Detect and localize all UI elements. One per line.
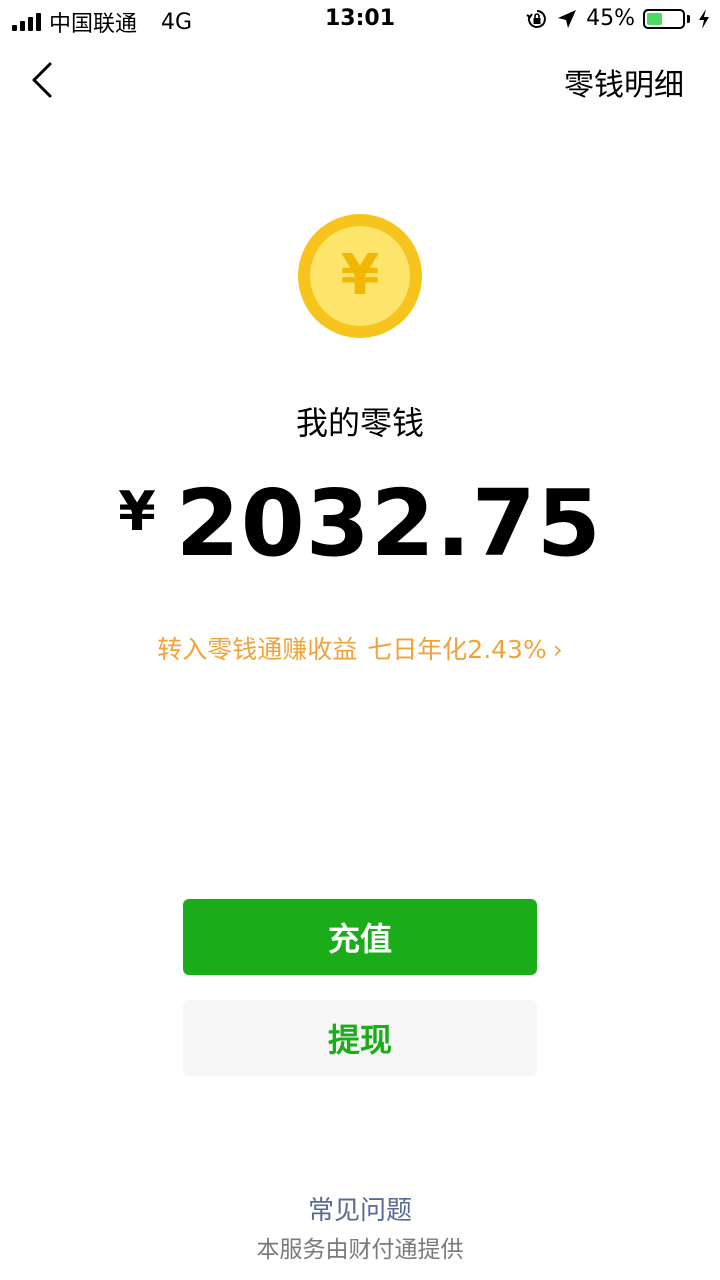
promo-text: 转入零钱通赚收益 [157,635,358,664]
chevron-left-icon [32,62,52,98]
yuan-coin-icon: ¥ [298,214,422,338]
charging-bolt-icon [699,8,709,29]
currency-symbol: ¥ [118,480,156,543]
balance-details-link[interactable]: 零钱明细 [564,60,684,104]
lingqiantong-promo-link[interactable]: 转入零钱通赚收益 七日年化2.43% › [0,630,720,666]
coin-symbol: ¥ [340,243,380,308]
faq-link[interactable]: 常见问题 [0,1190,720,1227]
wallet-page: 中国联通 4G 13:01 45% 零钱明细 ¥ 我的零钱 ¥ 2032.75 … [0,0,720,1280]
location-arrow-icon [558,9,577,28]
battery-level [647,12,662,25]
promo-rate: 七日年化2.43% [367,635,547,664]
orientation-lock-icon [526,9,546,28]
status-bar: 中国联通 4G 13:01 45% [0,0,720,40]
battery-cap [687,14,690,23]
recharge-button[interactable]: 充值 [183,899,537,975]
balance-amount: ¥2032.75 [0,470,720,577]
amount-value: 2032.75 [175,470,602,577]
back-button[interactable] [22,58,66,102]
status-right: 45% [526,6,710,31]
coin-inner: ¥ [310,226,410,326]
battery-icon [643,8,685,29]
chevron-right-icon: › [552,635,563,664]
battery-percent: 45% [586,6,635,31]
provider-note: 本服务由财付通提供 [256,1237,464,1263]
balance-label: 我的零钱 [295,404,424,442]
withdraw-button[interactable]: 提现 [183,1000,537,1076]
